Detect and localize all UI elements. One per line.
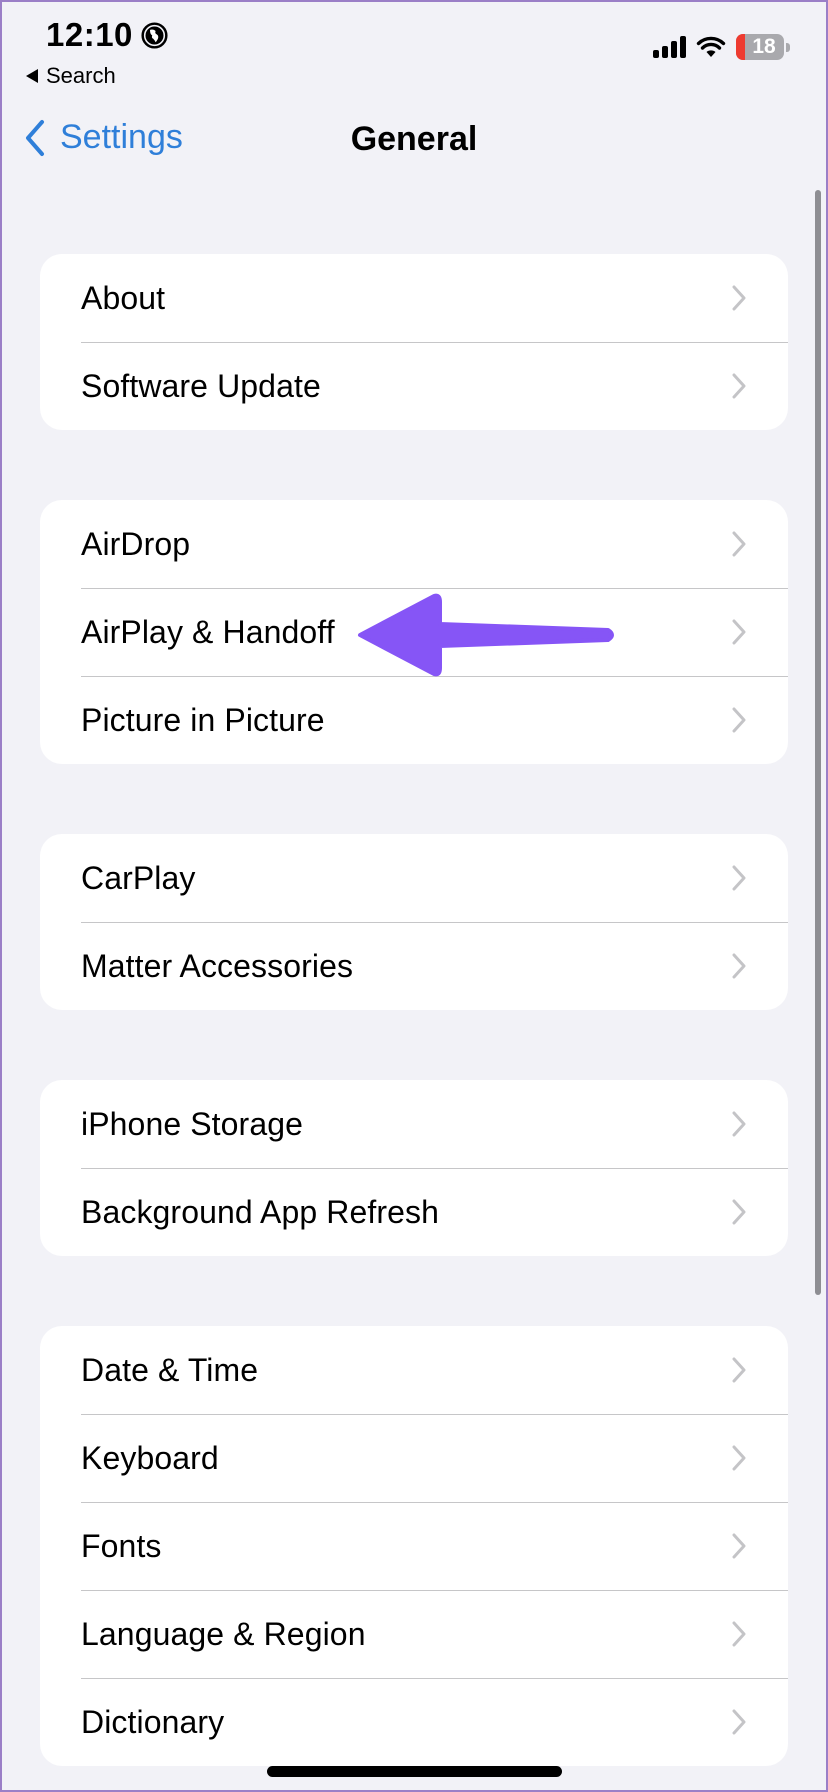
chevron-right-icon xyxy=(732,707,746,733)
wifi-icon xyxy=(696,36,726,57)
row-label: Software Update xyxy=(81,367,321,404)
settings-group-about: About Software Update xyxy=(40,254,788,430)
cellular-signal-icon xyxy=(653,36,686,58)
battery-level-fill xyxy=(736,34,745,60)
chevron-right-icon xyxy=(732,1357,746,1383)
chevron-right-icon xyxy=(732,1111,746,1137)
row-airdrop[interactable]: AirDrop xyxy=(40,500,788,588)
row-label: Date & Time xyxy=(81,1351,259,1388)
row-label: Keyboard xyxy=(81,1439,219,1476)
row-label: AirDrop xyxy=(81,525,191,562)
row-language-region[interactable]: Language & Region xyxy=(40,1590,788,1678)
settings-group-date-time: Date & Time Keyboard Fonts Language & Re… xyxy=(40,1326,788,1766)
row-keyboard[interactable]: Keyboard xyxy=(40,1414,788,1502)
row-software-update[interactable]: Software Update xyxy=(40,342,788,430)
chevron-right-icon xyxy=(732,531,746,557)
row-label: Picture in Picture xyxy=(81,701,325,738)
clock: 12:10 xyxy=(46,16,133,53)
globe-icon xyxy=(141,21,168,49)
chevron-right-icon xyxy=(732,619,746,645)
vertical-scrollbar[interactable] xyxy=(815,190,821,1295)
row-matter-accessories[interactable]: Matter Accessories xyxy=(40,922,788,1010)
row-label: CarPlay xyxy=(81,859,196,896)
row-fonts[interactable]: Fonts xyxy=(40,1502,788,1590)
chevron-right-icon xyxy=(732,373,746,399)
page-title: General xyxy=(350,120,478,158)
row-iphone-storage[interactable]: iPhone Storage xyxy=(40,1080,788,1168)
chevron-right-icon xyxy=(732,1621,746,1647)
annotation-arrow-icon xyxy=(358,593,614,677)
row-label: Fonts xyxy=(81,1527,162,1564)
back-triangle-icon xyxy=(26,69,38,83)
chevron-right-icon xyxy=(732,285,746,311)
back-to-app-label: Search xyxy=(46,63,116,88)
status-indicators: 18 xyxy=(653,34,790,60)
row-background-app-refresh[interactable]: Background App Refresh xyxy=(40,1168,788,1256)
chevron-right-icon xyxy=(732,953,746,979)
row-label: Language & Region xyxy=(81,1615,366,1652)
row-dictionary[interactable]: Dictionary xyxy=(40,1678,788,1766)
row-label: Matter Accessories xyxy=(81,947,354,984)
battery-cap xyxy=(786,42,790,52)
row-label: Background App Refresh xyxy=(81,1193,439,1230)
row-label: iPhone Storage xyxy=(81,1105,304,1142)
home-indicator[interactable] xyxy=(267,1766,562,1777)
row-about[interactable]: About xyxy=(40,254,788,342)
row-label: AirPlay & Handoff xyxy=(81,613,335,650)
row-label: About xyxy=(81,279,166,316)
battery-percent: 18 xyxy=(752,35,776,58)
chevron-right-icon xyxy=(732,865,746,891)
chevron-right-icon xyxy=(732,1533,746,1559)
row-picture-in-picture[interactable]: Picture in Picture xyxy=(40,676,788,764)
chevron-right-icon xyxy=(732,1709,746,1735)
settings-group-carplay: CarPlay Matter Accessories xyxy=(40,834,788,1010)
settings-group-storage: iPhone Storage Background App Refresh xyxy=(40,1080,788,1256)
row-label: Dictionary xyxy=(81,1703,225,1740)
chevron-right-icon xyxy=(732,1445,746,1471)
chevron-right-icon xyxy=(732,1199,746,1225)
battery-icon: 18 xyxy=(736,34,784,60)
status-time: 12:10 xyxy=(46,16,168,54)
back-to-app-button[interactable]: Search xyxy=(26,63,116,89)
row-date-time[interactable]: Date & Time xyxy=(40,1326,788,1414)
row-carplay[interactable]: CarPlay xyxy=(40,834,788,922)
